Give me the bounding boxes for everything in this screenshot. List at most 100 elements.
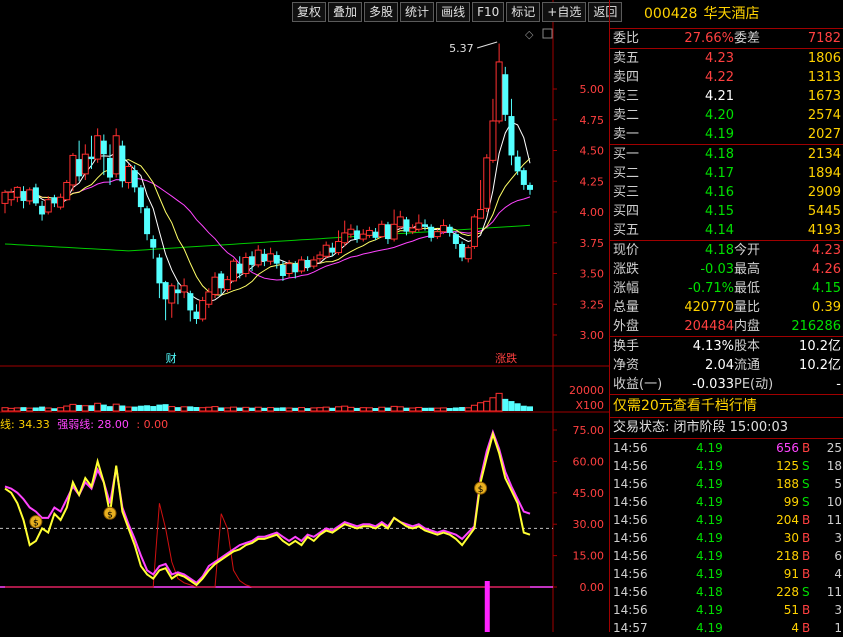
- sell-order-price: 4.20: [705, 108, 734, 123]
- candle-body-down: [236, 263, 243, 274]
- volume-bar-up: [242, 406, 250, 412]
- fund-row: 收益(一) -0.033 PE(动) -: [610, 375, 843, 394]
- volume-bar-down: [452, 407, 459, 411]
- fund-row: 换手 4.13% 股本 10.2亿: [610, 337, 843, 356]
- candle-body-down: [162, 282, 169, 300]
- volume-bar-down: [384, 407, 391, 411]
- indicator-axis-label: 0.00: [580, 581, 605, 594]
- indicator-axis-label: 60.00: [573, 455, 605, 468]
- price-stats: 现价 4.18 今开 4.23 涨跌 -0.03 最高 4.26 涨幅 -0.71% 最低 4.15 总…: [610, 241, 843, 337]
- buy-order-row[interactable]: 买二 4.17 1894: [610, 164, 843, 183]
- price-axis-label: 4.75: [580, 114, 605, 127]
- sell-order-label: 卖五: [613, 51, 640, 66]
- level2-notice[interactable]: 仅需20元查看千档行情: [610, 395, 843, 418]
- tick-flag: B: [802, 513, 811, 527]
- tick-flag: B: [802, 549, 811, 563]
- volume-bar-up: [230, 406, 238, 412]
- candle-body-up: [63, 181, 71, 201]
- stat-value: 4.23: [812, 243, 841, 258]
- f10-button[interactable]: F10: [472, 2, 505, 22]
- volume-bar-down: [304, 408, 311, 411]
- indicator-yellow-line: [4, 430, 531, 587]
- tick-row[interactable]: 14:56 4.19 91 B 4: [610, 565, 843, 583]
- candle-body-up: [125, 165, 133, 183]
- tick-price: 4.19: [696, 513, 723, 527]
- sell-order-row[interactable]: 卖五 4.23 1806: [610, 49, 843, 68]
- tick-row[interactable]: 14:56 4.19 125 S 18: [610, 457, 843, 475]
- ma5-line: [5, 121, 531, 303]
- multi-stock-button[interactable]: 多股: [364, 2, 399, 22]
- tick-row[interactable]: 14:56 4.19 204 B 11: [610, 511, 843, 529]
- candle-body-up: [1, 191, 9, 204]
- draw-line-button[interactable]: 画线: [436, 2, 471, 22]
- buy-order-row[interactable]: 买三 4.16 2909: [610, 183, 843, 202]
- volume-bar-up: [254, 406, 262, 412]
- tick-row[interactable]: 14:56 4.19 188 S 5: [610, 475, 843, 493]
- volume-bar-down: [502, 398, 509, 411]
- candle-body-up: [297, 259, 305, 272]
- candle-body-down: [187, 293, 194, 311]
- volume-bar-down: [107, 406, 113, 411]
- statistics-button[interactable]: 统计: [400, 2, 435, 22]
- price-axis-label: 4.25: [580, 175, 605, 188]
- candle-body-up: [316, 254, 324, 260]
- weicha-value: 7182: [807, 31, 841, 46]
- tick-row[interactable]: 14:56 4.19 656 B 25: [610, 439, 843, 457]
- candle-body-up: [470, 216, 478, 247]
- tick-time: 14:56: [613, 513, 648, 527]
- fund-value: 4.13%: [692, 339, 734, 354]
- tick-flag: B: [802, 603, 811, 617]
- tick-flag: S: [802, 459, 810, 473]
- overlay-button[interactable]: 叠加: [328, 2, 363, 22]
- stat-value: 204484: [684, 319, 734, 334]
- volume-bar-down: [51, 408, 58, 411]
- buy-orders: 买一 4.18 2134 买二 4.17 1894 买三 4.16 2909 买四 4.15 5445…: [610, 145, 843, 241]
- buy-order-row[interactable]: 买四 4.15 5445: [610, 202, 843, 221]
- price-axis-label: 3.00: [580, 329, 605, 342]
- fund-row: 净资 2.04 流通 10.2亿: [610, 356, 843, 375]
- kline-chart[interactable]: 5.00 4.75 4.50 4.25 4.00 3.75 3.50 3.25 3.00 5.37…: [0, 0, 609, 632]
- sell-order-row[interactable]: 卖四 4.22 1313: [610, 68, 843, 87]
- candle-body-up: [433, 231, 441, 238]
- stock-title[interactable]: 000428 华天酒店: [610, 0, 843, 29]
- sell-order-volume: 2027: [807, 127, 841, 142]
- tick-row[interactable]: 14:56 4.18 228 S 11: [610, 583, 843, 601]
- buy-order-price: 4.14: [705, 223, 734, 238]
- sell-order-row[interactable]: 卖二 4.20 2574: [610, 106, 843, 125]
- tick-row[interactable]: 14:57 4.19 4 B 1: [610, 619, 843, 637]
- tick-row[interactable]: 14:56 4.19 99 S 10: [610, 493, 843, 511]
- tick-count: 11: [826, 585, 842, 599]
- tick-list[interactable]: 14:56 4.19 656 B 25 14:56 4.19 125 S 18 14:56 4.19 1…: [610, 439, 843, 637]
- volume-bar-down: [193, 407, 200, 411]
- tick-row[interactable]: 14:56 4.19 51 B 3: [610, 601, 843, 619]
- buy-order-row[interactable]: 买五 4.14 4193: [610, 221, 843, 240]
- tick-volume: 188: [776, 477, 799, 491]
- volume-bar-down: [131, 406, 138, 411]
- volume-bar-down: [236, 407, 243, 411]
- mark-button[interactable]: 标记: [506, 2, 541, 22]
- candle-body-down: [452, 234, 459, 244]
- buy-order-price: 4.17: [705, 166, 734, 181]
- fuquan-button[interactable]: 复权: [292, 2, 327, 22]
- tick-row[interactable]: 14:56 4.19 218 B 6: [610, 547, 843, 565]
- money-bag-symbol: $: [33, 519, 39, 529]
- stat-row: 总量 420770 量比 0.39: [610, 298, 843, 317]
- tick-row[interactable]: 14:56 4.19 30 B 3: [610, 529, 843, 547]
- volume-bar-up: [322, 406, 330, 412]
- sell-order-row[interactable]: 卖三 4.21 1673: [610, 87, 843, 106]
- add-watchlist-button[interactable]: +自选: [542, 2, 587, 22]
- sell-order-row[interactable]: 卖一 4.19 2027: [610, 125, 843, 144]
- volume-bar-up: [7, 407, 15, 412]
- candle-body-up: [26, 189, 34, 202]
- sell-order-label: 卖二: [613, 108, 640, 123]
- candle-body-up: [347, 228, 355, 235]
- quote-panel: 000428 华天酒店 委比 27.66% 委差 7182 卖五 4.23 1806 卖…: [609, 0, 843, 635]
- buy-order-label: 买五: [613, 223, 640, 238]
- candle-body-up: [57, 196, 65, 208]
- volume-bar-down: [446, 408, 453, 411]
- buy-order-row[interactable]: 买一 4.18 2134: [610, 145, 843, 164]
- volume-bar-up: [390, 405, 398, 412]
- tick-price: 4.19: [696, 441, 723, 455]
- volume-bar-down: [119, 405, 126, 411]
- stat-label: 最低: [734, 281, 761, 296]
